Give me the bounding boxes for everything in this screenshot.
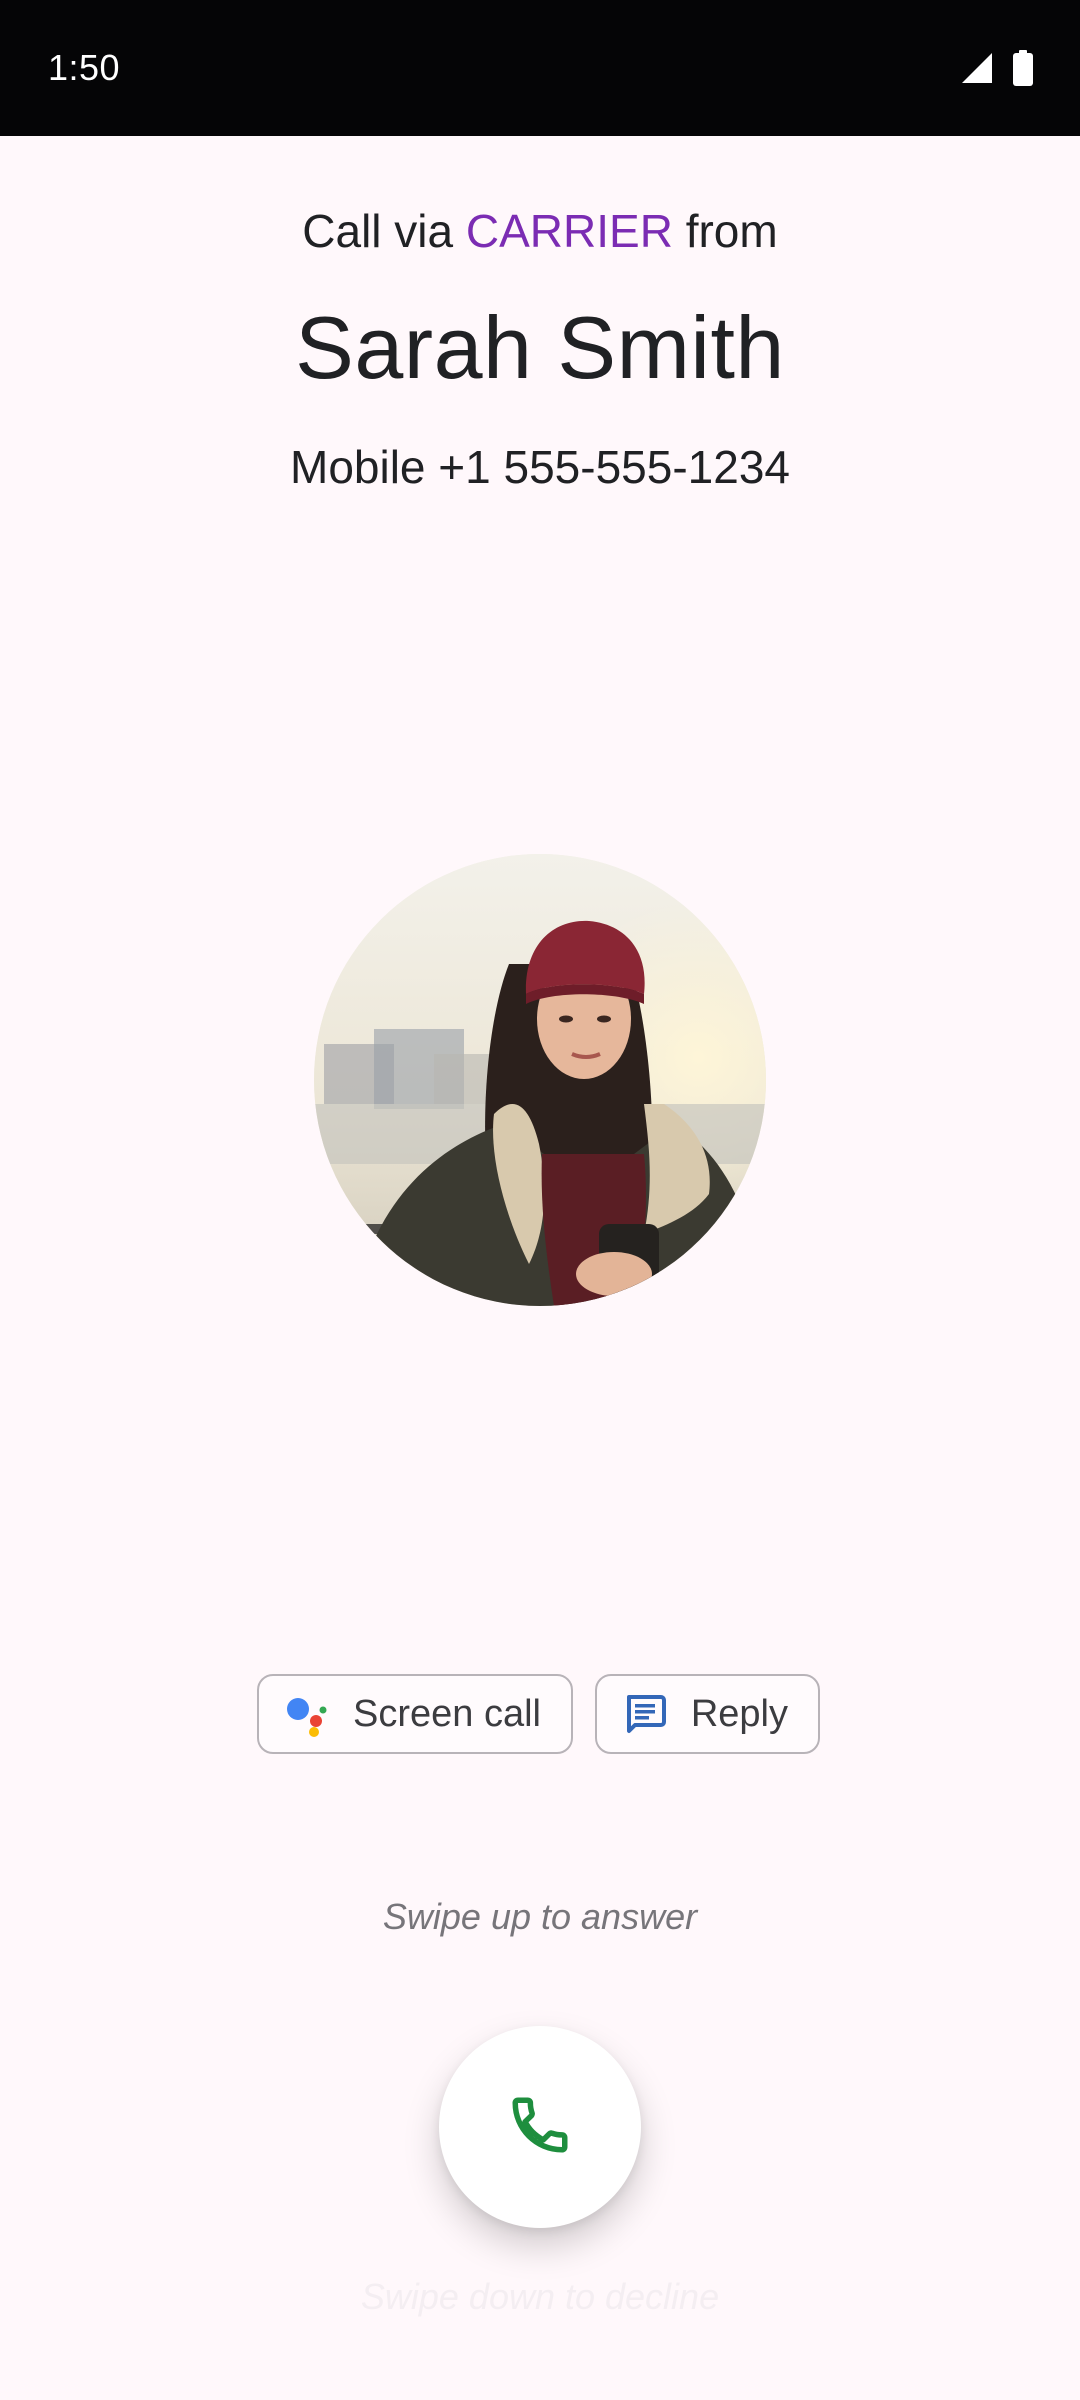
screen-call-button[interactable]: Screen call <box>257 1674 573 1754</box>
answer-call-button[interactable] <box>439 2026 641 2228</box>
status-icons <box>960 50 1034 86</box>
carrier-name: CARRIER <box>465 205 673 257</box>
caller-number: Mobile +1 555-555-1234 <box>290 441 790 493</box>
reply-button[interactable]: Reply <box>595 1674 820 1754</box>
phone-icon <box>507 2092 573 2163</box>
swipe-down-hint: Swipe down to decline <box>360 2276 720 2317</box>
incoming-call-screen: 1:50 Call via CARRIER from Sarah Smith M… <box>0 0 1080 2400</box>
caller-avatar <box>314 854 766 1306</box>
cell-signal-icon <box>960 51 994 85</box>
swipe-up-hint: Swipe up to answer <box>382 1896 698 1937</box>
call-via-header: Call via CARRIER from <box>0 196 1080 266</box>
status-bar: 1:50 <box>0 0 1080 136</box>
screen-call-label: Screen call <box>353 1692 541 1735</box>
call-via-suffix: from <box>672 205 778 257</box>
call-actions: Screen call Reply <box>257 1674 820 1758</box>
call-via-prefix: Call via <box>302 205 466 257</box>
google-assistant-icon <box>283 1690 331 1738</box>
caller-name: Sarah Smith <box>295 298 785 397</box>
message-icon <box>621 1690 669 1738</box>
status-time: 1:50 <box>48 47 121 88</box>
reply-label: Reply <box>690 1692 788 1735</box>
battery-icon <box>1012 50 1034 86</box>
